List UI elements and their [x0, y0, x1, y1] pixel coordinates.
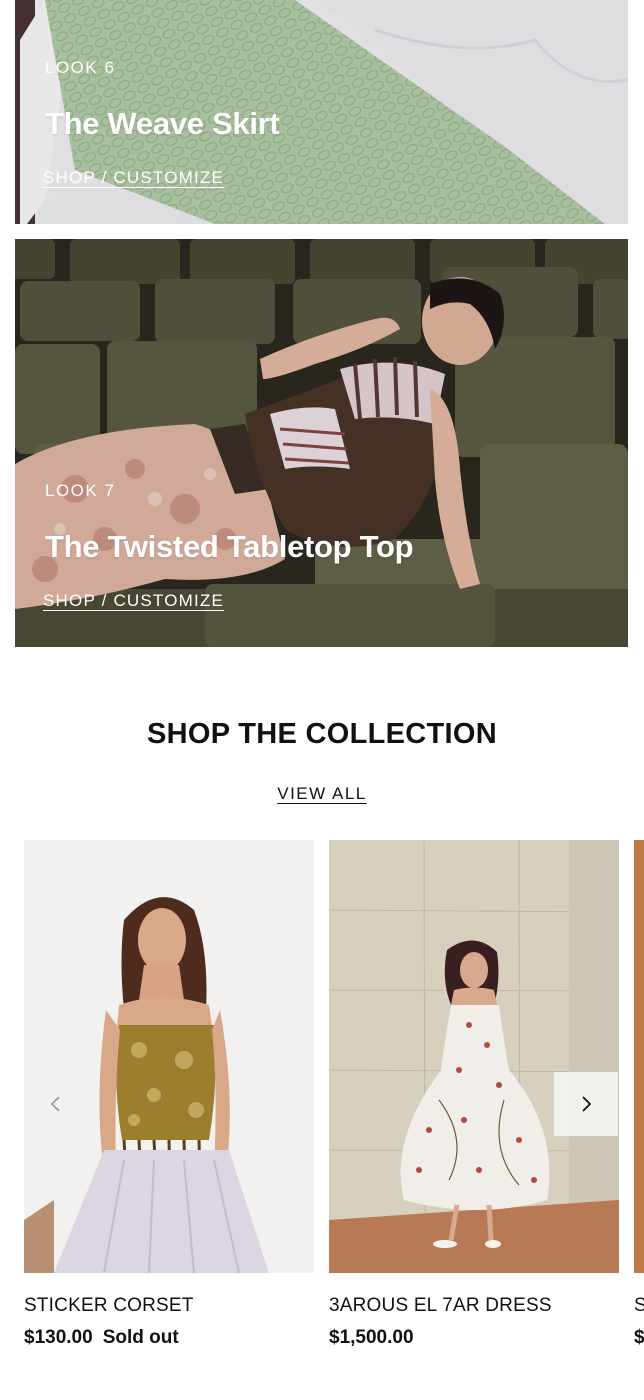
product-price-row: $1,500.00 — [329, 1327, 619, 1349]
product-image[interactable] — [634, 840, 644, 1273]
look-6-title: The Weave Skirt — [45, 106, 280, 141]
look-6-banner[interactable]: LOOK 6 The Weave Skirt SHOP / CUSTOMIZE — [15, 0, 628, 224]
page: LOOK 6 The Weave Skirt SHOP / CUSTOMIZE — [0, 0, 644, 1400]
product-name[interactable]: STICKER CORSET — [24, 1295, 314, 1317]
look-7-shop-link[interactable]: SHOP / CUSTOMIZE — [43, 591, 224, 611]
view-all-link[interactable]: VIEW ALL — [277, 784, 366, 803]
look-6-shop-link[interactable]: SHOP / CUSTOMIZE — [43, 168, 224, 188]
look-7-label: LOOK 7 — [45, 481, 116, 500]
look-6-label: LOOK 6 — [45, 58, 116, 77]
product-price: $130.00 — [24, 1327, 93, 1348]
look-7-photo — [15, 239, 628, 647]
sold-out-badge: Sold out — [102, 1327, 179, 1348]
product-price: $1,500.00 — [329, 1327, 414, 1348]
product-price: $ — [634, 1327, 644, 1348]
view-all-container: VIEW ALL — [0, 784, 644, 804]
look-7-banner[interactable]: LOOK 7 The Twisted Tabletop Top SHOP / C… — [15, 239, 628, 647]
chevron-right-icon — [582, 1096, 592, 1112]
chevron-left-icon — [50, 1096, 60, 1112]
carousel-next-button[interactable] — [554, 1072, 618, 1136]
product-card[interactable]: S $ — [634, 840, 644, 1349]
product-price-row: $130.00 Sold out — [24, 1327, 314, 1349]
product-name[interactable]: 3AROUS EL 7AR DRESS — [329, 1295, 619, 1317]
carousel-prev-button[interactable] — [24, 1072, 88, 1136]
product-price-row: $ — [634, 1327, 644, 1349]
look-7-title: The Twisted Tabletop Top — [45, 529, 414, 564]
collection-title: SHOP THE COLLECTION — [147, 718, 497, 750]
product-carousel[interactable]: STICKER CORSET $130.00 Sold out 3AROUS E… — [0, 840, 644, 1380]
product-image[interactable] — [329, 840, 619, 1273]
product-name[interactable]: S — [634, 1295, 644, 1317]
product-image[interactable] — [24, 840, 314, 1273]
